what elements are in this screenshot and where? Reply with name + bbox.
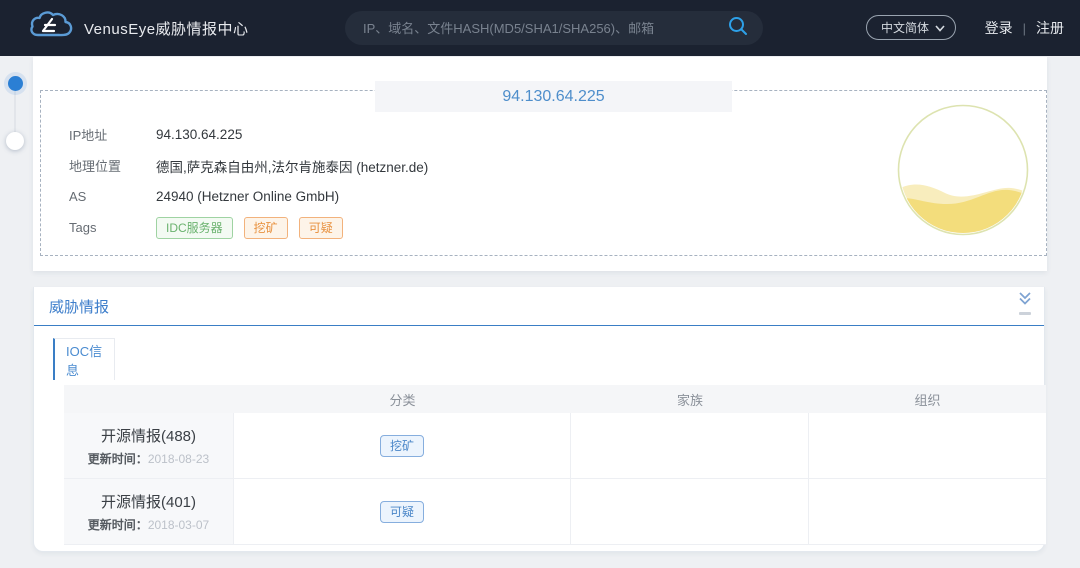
ioc-table: 分类 家族 组织 开源情报(488) 更新时间：2018-08-23 挖矿 开源… [64,385,1046,545]
source-name: 开源情报(401) [101,491,196,512]
risk-liquid-gauge [893,100,1033,240]
section-header: 威胁情报 [34,287,1044,326]
search-icon[interactable] [727,15,749,42]
field-row-tags: Tags IDC服务器 挖矿 可疑 [69,212,428,243]
tab-ioc-info[interactable]: IOC信息 [53,338,115,380]
ip-address-tab[interactable]: 94.130.64.225 [375,81,732,112]
family-cell [571,479,809,545]
category-cell: 可疑 [234,479,571,545]
field-value-ip: 94.130.64.225 [156,127,242,142]
category-tag-suspicious[interactable]: 可疑 [380,501,424,523]
field-label: IP地址 [69,125,156,144]
source-updated: 更新时间：2018-03-07 [88,516,209,533]
section-title: 威胁情报 [49,296,109,317]
ip-fields: IP地址 94.130.64.225 地理位置 德国,萨克森自由州,法尔肯施泰因… [69,119,428,243]
double-chevron-down-icon [1018,293,1032,310]
field-row-location: 地理位置 德国,萨克森自由州,法尔肯施泰因 (hetzner.de) [69,150,428,181]
field-row-as: AS 24940 (Hetzner Online GmbH) [69,181,428,212]
table-row: 开源情报(401) 更新时间：2018-03-07 可疑 [64,479,1046,545]
col-header-category: 分类 [234,390,571,409]
brand-title: VenusEye威胁情报中心 [84,18,249,39]
organization-cell [809,413,1046,479]
search-bar[interactable] [345,11,763,45]
source-cell: 开源情报(401) 更新时间：2018-03-07 [64,479,234,545]
top-navigation-bar: VenusEye威胁情报中心 中文简体 登录 | 注册 [0,0,1080,56]
search-input[interactable] [363,21,727,36]
category-tag-mining[interactable]: 挖矿 [380,435,424,457]
collapse-indicator-dash [1019,312,1031,315]
col-header-family: 家族 [571,390,809,409]
updated-date: 2018-08-23 [148,452,209,466]
auth-links: 登录 | 注册 [985,0,1064,56]
table-row: 开源情报(488) 更新时间：2018-08-23 挖矿 [64,413,1046,479]
language-label: 中文简体 [881,19,929,36]
source-name: 开源情报(488) [101,425,196,446]
field-label: 地理位置 [69,156,156,175]
field-row-ip: IP地址 94.130.64.225 [69,119,428,150]
anchor-dot[interactable] [6,132,24,150]
tag-suspicious[interactable]: 可疑 [299,217,343,239]
auth-divider: | [1023,21,1026,36]
family-cell [571,413,809,479]
source-cell: 开源情报(488) 更新时间：2018-08-23 [64,413,234,479]
language-selector[interactable]: 中文简体 [866,15,956,40]
source-updated: 更新时间：2018-08-23 [88,450,209,467]
col-header-organization: 组织 [809,390,1046,409]
venuseye-logo-icon [28,9,74,48]
anchor-dot-active[interactable] [8,76,23,91]
threat-intel-card: 威胁情报 IOC信息 分类 家族 组织 开源情报(488) 更新时间：2018-… [33,287,1045,552]
tag-mining[interactable]: 挖矿 [244,217,288,239]
ip-summary-card: 94.130.64.225 IP地址 94.130.64.225 地理位置 德国… [33,57,1047,271]
organization-cell [809,479,1046,545]
page-anchor-stepper [6,76,24,156]
register-link[interactable]: 注册 [1036,18,1064,38]
category-cell: 挖矿 [234,413,571,479]
updated-label: 更新时间： [88,518,148,532]
collapse-control[interactable] [1014,291,1036,315]
updated-label: 更新时间： [88,452,148,466]
brand[interactable]: VenusEye威胁情报中心 [28,9,249,48]
field-label: Tags [69,220,156,235]
chevron-down-icon [935,21,945,35]
login-link[interactable]: 登录 [985,18,1013,38]
tag-idc-server[interactable]: IDC服务器 [156,217,233,239]
updated-date: 2018-03-07 [148,518,209,532]
field-value-location: 德国,萨克森自由州,法尔肯施泰因 (hetzner.de) [156,156,428,176]
table-header-row: 分类 家族 组织 [64,385,1046,413]
field-value-as: 24940 (Hetzner Online GmbH) [156,189,339,204]
tag-list: IDC服务器 挖矿 可疑 [156,217,343,239]
field-label: AS [69,189,156,204]
